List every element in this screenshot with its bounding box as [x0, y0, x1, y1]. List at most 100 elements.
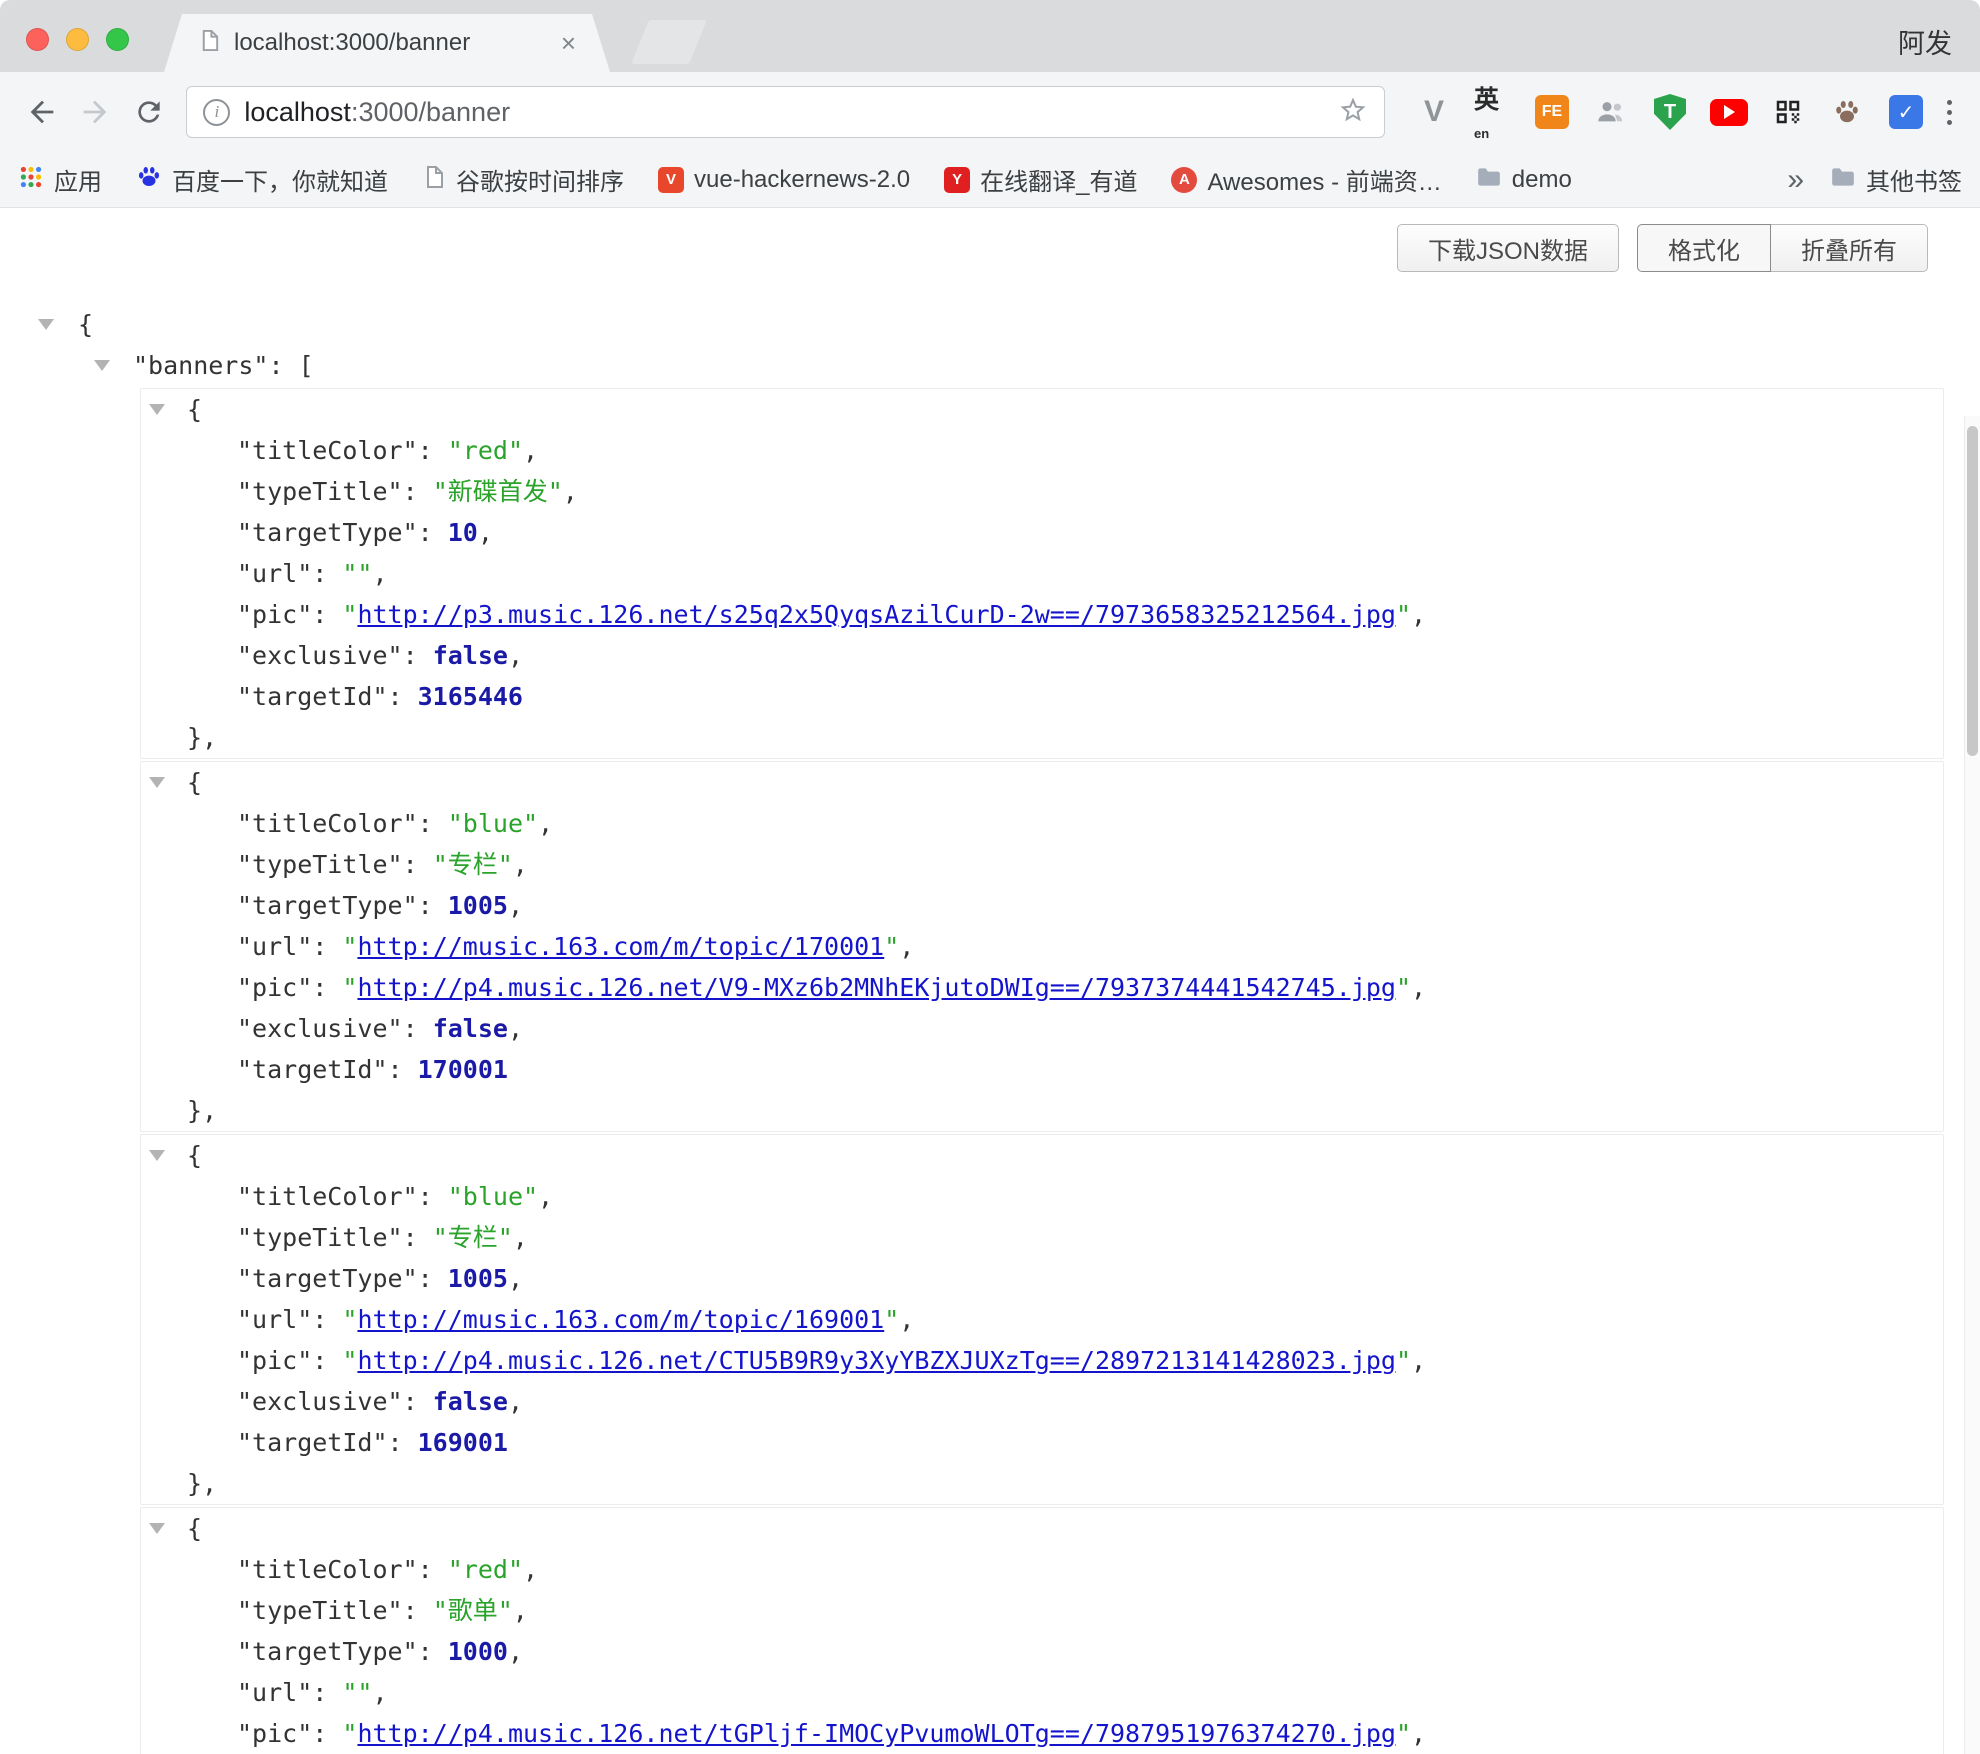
- reload-button[interactable]: [125, 88, 172, 136]
- json-tree: {"banners": [{"titleColor": "red","typeT…: [0, 304, 1980, 1754]
- url-link[interactable]: http://music.163.com/m/topic/169001: [357, 1305, 884, 1334]
- apps-grid-icon: [18, 164, 44, 195]
- page-icon: [422, 165, 446, 194]
- json-line: "exclusive": false,: [141, 1008, 1943, 1049]
- tab-strip: localhost:3000/banner × 阿发: [0, 0, 1980, 72]
- collapse-toggle-icon[interactable]: [38, 319, 54, 330]
- json-line: "pic": "http://p3.music.126.net/s25q2x5Q…: [141, 594, 1943, 635]
- json-line: "pic": "http://p4.music.126.net/tGPljf-I…: [141, 1713, 1943, 1754]
- json-line: "targetType": 1005,: [141, 885, 1943, 926]
- collapse-toggle-icon[interactable]: [149, 777, 165, 788]
- banner-object: {"titleColor": "red","typeTitle": "歌单","…: [140, 1507, 1944, 1754]
- bookmarks-bar: 应用百度一下，你就知道谷歌按时间排序 Vvue-hackernews-2.0 Y在线…: [0, 152, 1980, 208]
- url-link[interactable]: http://p3.music.126.net/s25q2x5QyqsAzilC…: [357, 600, 1396, 629]
- translate-extension-icon[interactable]: 英en: [1474, 93, 1512, 131]
- baidu-paw-icon: [136, 164, 162, 195]
- scrollbar[interactable]: [1964, 416, 1980, 1754]
- bookmarks-overflow-icon[interactable]: »: [1787, 165, 1804, 195]
- json-line: "banners": [: [0, 345, 1980, 386]
- qr-code-extension-icon[interactable]: [1769, 93, 1807, 131]
- bookmark-item[interactable]: 应用: [18, 162, 102, 197]
- page-content: 下载JSON数据 格式化 折叠所有 {"banners": [{"titleCo…: [0, 208, 1980, 1754]
- url-link[interactable]: http://music.163.com/m/topic/170001: [357, 932, 884, 961]
- browser-menu-icon[interactable]: [1937, 100, 1962, 125]
- other-bookmarks-folder[interactable]: 其他书签: [1830, 162, 1962, 197]
- banner-object: {"titleColor": "blue","typeTitle": "专栏",…: [140, 1134, 1944, 1505]
- json-line: "pic": "http://p4.music.126.net/CTU5B9R9…: [141, 1340, 1943, 1381]
- url-text: localhost:3000/banner: [244, 97, 1324, 128]
- letter-icon: V: [658, 167, 684, 193]
- json-line: "targetId": 3165446: [141, 676, 1943, 717]
- json-line: "typeTitle": "专栏",: [141, 1217, 1943, 1258]
- json-line: },: [141, 1463, 1943, 1504]
- json-line: "targetId": 170001: [141, 1049, 1943, 1090]
- bookmark-star-icon[interactable]: [1338, 95, 1368, 130]
- url-link[interactable]: http://p4.music.126.net/tGPljf-IMOCyPvum…: [357, 1719, 1396, 1748]
- json-line: "typeTitle": "歌单",: [141, 1590, 1943, 1631]
- fe-extension-icon[interactable]: FE: [1533, 93, 1571, 131]
- bookmark-item[interactable]: Y在线翻译_有道: [944, 162, 1137, 197]
- json-line: "url": "",: [141, 553, 1943, 594]
- collapse-toggle-icon[interactable]: [149, 1150, 165, 1161]
- banner-object: {"titleColor": "red","typeTitle": "新碟首发"…: [140, 388, 1944, 759]
- profile-name[interactable]: 阿发: [1898, 22, 1952, 61]
- minimize-window-button[interactable]: [66, 28, 89, 51]
- close-window-button[interactable]: [26, 28, 49, 51]
- json-line: "exclusive": false,: [141, 1381, 1943, 1422]
- json-line: "targetType": 1005,: [141, 1258, 1943, 1299]
- json-line: "titleColor": "red",: [141, 1549, 1943, 1590]
- banner-object: {"titleColor": "blue","typeTitle": "专栏",…: [140, 761, 1944, 1132]
- collapse-toggle-icon[interactable]: [94, 360, 110, 371]
- folder-icon: [1476, 164, 1502, 195]
- back-button[interactable]: [18, 88, 65, 136]
- shield-extension-icon[interactable]: T: [1651, 93, 1689, 131]
- json-line: },: [141, 1090, 1943, 1131]
- collapse-toggle-icon[interactable]: [149, 1523, 165, 1534]
- json-line: "targetId": 169001: [141, 1422, 1943, 1463]
- browser-tab[interactable]: localhost:3000/banner ×: [164, 14, 610, 72]
- paw-extension-icon[interactable]: [1828, 93, 1866, 131]
- bookmark-item[interactable]: demo: [1476, 164, 1572, 195]
- collapse-toggle-icon[interactable]: [149, 404, 165, 415]
- extension-icons: V 英en FE T ✓: [1415, 93, 1925, 131]
- json-line: "titleColor": "red",: [141, 430, 1943, 471]
- browser-toolbar: i localhost:3000/banner V 英en FE T ✓: [0, 72, 1980, 152]
- address-bar[interactable]: i localhost:3000/banner: [186, 86, 1385, 138]
- youtube-extension-icon[interactable]: [1710, 93, 1748, 131]
- bookmark-item[interactable]: AAwesomes - 前端资…: [1171, 162, 1441, 197]
- json-line: "targetType": 10,: [141, 512, 1943, 553]
- json-line: "titleColor": "blue",: [141, 1176, 1943, 1217]
- url-link[interactable]: http://p4.music.126.net/CTU5B9R9y3XyYBZX…: [357, 1346, 1396, 1375]
- json-line: "url": "",: [141, 1672, 1943, 1713]
- url-link[interactable]: http://p4.music.126.net/V9-MXz6b2MNhEKju…: [357, 973, 1396, 1002]
- letter-icon: Y: [944, 167, 970, 193]
- json-line: {: [141, 1135, 1943, 1176]
- download-json-button[interactable]: 下载JSON数据: [1397, 224, 1619, 272]
- new-tab-button[interactable]: [631, 20, 707, 64]
- bookmark-item[interactable]: Vvue-hackernews-2.0: [658, 166, 910, 194]
- page-info-icon[interactable]: i: [203, 99, 230, 126]
- letter-icon: A: [1171, 167, 1197, 193]
- folder-icon: [1830, 164, 1856, 195]
- json-line: "titleColor": "blue",: [141, 803, 1943, 844]
- v-extension-icon[interactable]: V: [1415, 93, 1453, 131]
- json-line: "targetType": 1000,: [141, 1631, 1943, 1672]
- traffic-lights: [26, 28, 129, 51]
- verified-extension-icon[interactable]: ✓: [1887, 93, 1925, 131]
- tab-title: localhost:3000/banner: [234, 29, 548, 57]
- scrollbar-thumb[interactable]: [1967, 426, 1978, 756]
- json-viewer-actions: 下载JSON数据 格式化 折叠所有: [0, 208, 1980, 272]
- forward-button[interactable]: [71, 88, 118, 136]
- format-button[interactable]: 格式化: [1637, 224, 1771, 272]
- tab-close-icon[interactable]: ×: [561, 30, 576, 56]
- people-extension-icon[interactable]: [1592, 93, 1630, 131]
- maximize-window-button[interactable]: [106, 28, 129, 51]
- bookmark-item[interactable]: 百度一下，你就知道: [136, 162, 388, 197]
- json-line: "url": "http://music.163.com/m/topic/170…: [141, 926, 1943, 967]
- json-line: {: [141, 389, 1943, 430]
- bookmark-item[interactable]: 谷歌按时间排序: [422, 162, 624, 197]
- collapse-all-button[interactable]: 折叠所有: [1770, 224, 1928, 272]
- json-line: "exclusive": false,: [141, 635, 1943, 676]
- json-line: "pic": "http://p4.music.126.net/V9-MXz6b…: [141, 967, 1943, 1008]
- json-line: {: [141, 1508, 1943, 1549]
